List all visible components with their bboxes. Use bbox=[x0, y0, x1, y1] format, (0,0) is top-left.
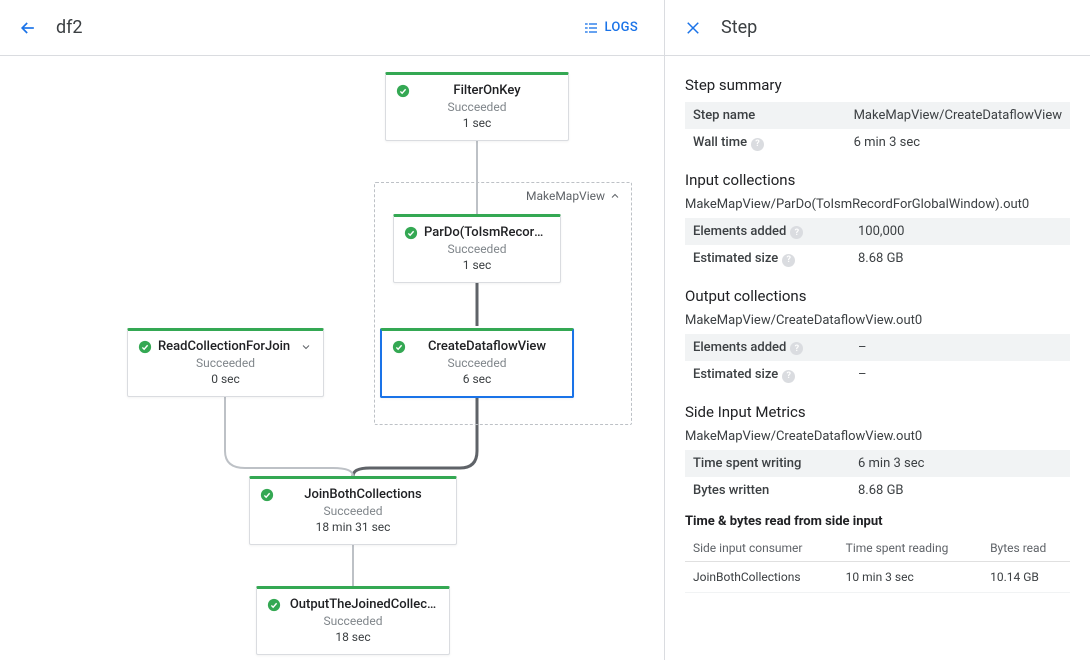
node-status: Succeeded bbox=[324, 614, 383, 628]
close-icon bbox=[684, 19, 702, 37]
si-consumer-value: JoinBothCollections bbox=[685, 561, 838, 592]
side-input-read-heading: Time & bytes read from side input bbox=[685, 514, 1070, 529]
node-title: ParDo(ToIsmRecordFor… bbox=[424, 225, 550, 240]
si-col-time: Time spent reading bbox=[838, 535, 982, 562]
logs-label: LOGS bbox=[605, 20, 639, 35]
estimated-size-label: Estimated size bbox=[693, 251, 778, 266]
input-collection-name: MakeMapView/ParDo(ToIsmRecordForGlobalWi… bbox=[685, 197, 1070, 212]
si-time-value: 10 min 3 sec bbox=[838, 561, 982, 592]
step-name-value: MakeMapView/CreateDataflowView bbox=[854, 108, 1062, 123]
input-collections-table: Elements added? 100,000 Estimated size? 8.… bbox=[685, 218, 1070, 273]
step-summary-table: Step nameMakeMapView/CreateDataflowView … bbox=[685, 102, 1070, 157]
node-createdataflowview[interactable]: CreateDataflowView Succeeded 6 sec bbox=[380, 328, 574, 398]
main-pane: df2 LOGS MakeMapView bbox=[0, 0, 665, 660]
group-header[interactable]: MakeMapView bbox=[526, 189, 621, 203]
node-status: Succeeded bbox=[324, 504, 383, 518]
section-output-collections: Output collections bbox=[685, 287, 1070, 305]
section-side-input-metrics: Side Input Metrics bbox=[685, 403, 1070, 421]
side-input-read-table: Side input consumer Time spent reading B… bbox=[685, 535, 1070, 593]
si-col-bytes: Bytes read bbox=[982, 535, 1070, 562]
help-icon[interactable]: ? bbox=[790, 226, 803, 239]
elements-added-label: Elements added bbox=[693, 224, 786, 239]
node-outputjoined[interactable]: OutputTheJoinedCollec… Succeeded 18 sec bbox=[256, 586, 450, 655]
close-button[interactable] bbox=[681, 16, 705, 40]
graph-canvas[interactable]: MakeMapView FilterOnKey Succeeded 1 sec … bbox=[0, 56, 664, 660]
output-collection-name: MakeMapView/CreateDataflowView.out0 bbox=[685, 313, 1070, 328]
node-joinbothcollections[interactable]: JoinBothCollections Succeeded 18 min 31 … bbox=[249, 476, 457, 545]
bytes-written-value: 8.68 GB bbox=[858, 483, 904, 498]
si-bytes-value: 10.14 GB bbox=[982, 561, 1070, 592]
output-collections-table: Elements added? – Estimated size? – bbox=[685, 334, 1070, 389]
node-time: 18 sec bbox=[335, 630, 370, 644]
node-time: 18 min 31 sec bbox=[316, 520, 391, 534]
success-icon bbox=[396, 84, 410, 98]
node-title: CreateDataflowView bbox=[412, 339, 562, 354]
help-icon[interactable]: ? bbox=[782, 370, 795, 383]
side-input-metrics-table: Time spent writing 6 min 3 sec Bytes writ… bbox=[685, 450, 1070, 504]
side-input-collection-name: MakeMapView/CreateDataflowView.out0 bbox=[685, 429, 1070, 444]
topbar: df2 LOGS bbox=[0, 0, 664, 56]
step-name-label: Step name bbox=[693, 108, 755, 123]
bytes-written-label: Bytes written bbox=[693, 483, 769, 498]
estimated-size-label: Estimated size bbox=[693, 367, 778, 382]
node-time: 6 sec bbox=[463, 372, 492, 386]
side-header: Step bbox=[665, 0, 1090, 56]
success-icon bbox=[392, 340, 406, 354]
node-title: FilterOnKey bbox=[416, 83, 558, 98]
node-pardo[interactable]: ParDo(ToIsmRecordFor… Succeeded 1 sec bbox=[393, 214, 561, 283]
si-col-consumer: Side input consumer bbox=[685, 535, 838, 562]
arrow-left-icon bbox=[18, 18, 38, 38]
input-size-value: 8.68 GB bbox=[858, 251, 904, 266]
expand-toggle[interactable] bbox=[299, 340, 313, 354]
node-title: OutputTheJoinedCollec… bbox=[287, 597, 439, 612]
logs-button[interactable]: LOGS bbox=[573, 14, 649, 42]
group-label: MakeMapView bbox=[526, 189, 605, 203]
side-body: Step summary Step name MakeMapView/Create… bbox=[665, 56, 1090, 613]
node-status: Succeeded bbox=[448, 100, 507, 114]
success-icon bbox=[138, 340, 152, 354]
time-writing-value: 6 min 3 sec bbox=[858, 456, 924, 471]
node-status: Succeeded bbox=[448, 242, 507, 256]
si-table-row: JoinBothCollections 10 min 3 sec 10.14 G… bbox=[685, 561, 1070, 592]
node-title: JoinBothCollections bbox=[280, 487, 446, 502]
output-elements-value: – bbox=[858, 340, 867, 355]
node-time: 1 sec bbox=[463, 258, 492, 272]
section-step-summary: Step summary bbox=[685, 76, 1070, 94]
help-icon[interactable]: ? bbox=[751, 138, 764, 151]
help-icon[interactable]: ? bbox=[782, 254, 795, 267]
node-status: Succeeded bbox=[448, 356, 507, 370]
help-icon[interactable]: ? bbox=[790, 342, 803, 355]
node-time: 0 sec bbox=[211, 372, 240, 386]
node-time: 1 sec bbox=[463, 116, 492, 130]
side-title: Step bbox=[721, 17, 757, 38]
chevron-down-icon bbox=[300, 341, 312, 353]
node-filteronkey[interactable]: FilterOnKey Succeeded 1 sec bbox=[385, 72, 569, 141]
node-title: ReadCollectionForJoin bbox=[158, 339, 293, 354]
logs-icon bbox=[583, 20, 599, 36]
wall-time-value: 6 min 3 sec bbox=[854, 135, 920, 150]
wall-time-label: Wall time bbox=[693, 135, 747, 150]
section-input-collections: Input collections bbox=[685, 171, 1070, 189]
input-elements-value: 100,000 bbox=[858, 224, 904, 239]
output-size-value: – bbox=[858, 367, 867, 382]
chevron-up-icon bbox=[609, 190, 621, 202]
time-writing-label: Time spent writing bbox=[693, 456, 801, 471]
elements-added-label: Elements added bbox=[693, 340, 786, 355]
success-icon bbox=[260, 488, 274, 502]
success-icon bbox=[267, 598, 281, 612]
node-status: Succeeded bbox=[196, 356, 255, 370]
success-icon bbox=[404, 226, 418, 240]
job-name: df2 bbox=[56, 17, 573, 38]
node-readcollection[interactable]: ReadCollectionForJoin Succeeded 0 sec bbox=[127, 328, 324, 397]
back-button[interactable] bbox=[16, 16, 40, 40]
side-panel: Step Step summary Step name MakeMapView/C… bbox=[665, 0, 1090, 660]
